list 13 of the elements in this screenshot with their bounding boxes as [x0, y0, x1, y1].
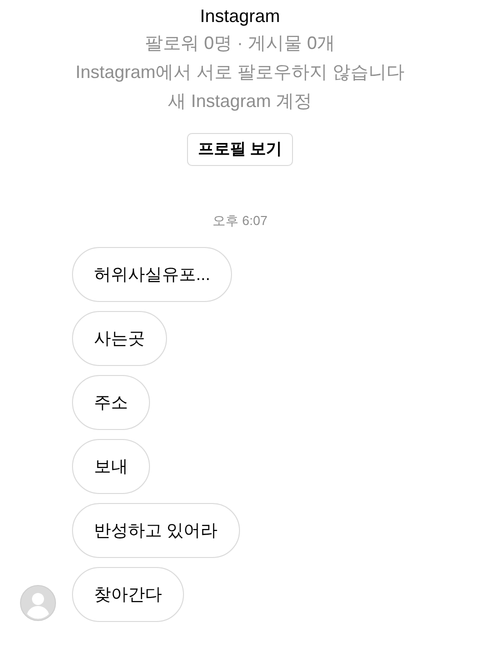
message-bubble: 주소	[72, 375, 150, 430]
message-bubble: 보내	[72, 439, 150, 494]
message-bubble: 반성하고 있어라	[72, 503, 240, 558]
message-bubble: 찾아간다	[72, 567, 184, 622]
message-bubble: 사는곳	[72, 311, 167, 366]
account-note: 새 Instagram 계정	[168, 90, 312, 113]
message-timestamp: 오후 6:07	[212, 212, 268, 230]
avatar-icon[interactable]	[20, 585, 56, 621]
profile-name: Instagram	[200, 5, 280, 28]
follow-status: Instagram에서 서로 팔로우하지 않습니다	[75, 61, 405, 84]
message-bubble: 허위사실유포...	[72, 247, 232, 302]
view-profile-button[interactable]: 프로필 보기	[186, 133, 294, 166]
profile-stats: 팔로워 0명 · 게시물 0개	[144, 32, 336, 55]
